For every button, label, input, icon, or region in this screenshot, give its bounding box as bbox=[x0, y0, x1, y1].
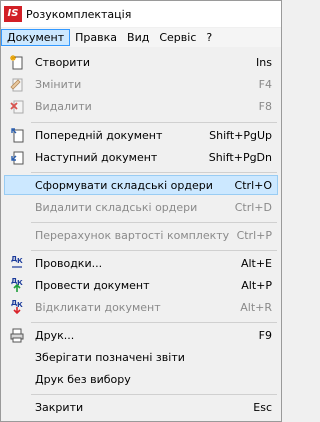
menu-document[interactable]: Документ bbox=[1, 29, 71, 46]
menu-separator bbox=[31, 250, 277, 251]
menu-service[interactable]: Сервіс bbox=[154, 29, 201, 46]
menu-item-prev-document[interactable]: Попередній документ Shift+PgUp bbox=[4, 125, 278, 145]
printer-icon bbox=[10, 328, 24, 343]
menu-item-save-marked-reports[interactable]: Зберігати позначені звіти bbox=[4, 347, 278, 367]
menu-item-shortcut: Esc bbox=[253, 400, 272, 414]
document-menu-dropdown: Створити Ins Змінити F4 Видалити F8 Попе… bbox=[1, 48, 281, 421]
menu-item-label: Друк... bbox=[35, 328, 75, 342]
menu-item-label: Зберігати позначені звіти bbox=[35, 350, 185, 364]
menu-item-next-document[interactable]: Наступний документ Shift+PgDn bbox=[4, 147, 278, 167]
menu-item-label: Проводки... bbox=[35, 256, 103, 270]
menu-item-shortcut: F4 bbox=[258, 77, 272, 91]
menu-item-label: Закрити bbox=[35, 400, 84, 414]
menu-item-shortcut: Shift+PgUp bbox=[209, 128, 272, 142]
window-title: Розукомплектація bbox=[26, 7, 132, 21]
title-bar: IS Розукомплектація bbox=[1, 1, 281, 27]
edit-document-icon bbox=[10, 78, 23, 92]
unpost-document-icon: Д К bbox=[9, 299, 25, 315]
menu-separator bbox=[31, 322, 277, 323]
menu-item-shortcut: Ctrl+P bbox=[236, 228, 272, 242]
menu-item-shortcut: Alt+E bbox=[240, 256, 272, 270]
app-logo-icon: IS bbox=[4, 6, 22, 22]
menu-separator bbox=[31, 394, 277, 395]
menu-item-label: Наступний документ bbox=[35, 150, 158, 164]
menu-view[interactable]: Вид bbox=[122, 29, 154, 46]
menu-item-shortcut: Alt+P bbox=[241, 278, 272, 292]
menu-item-delete[interactable]: Видалити F8 bbox=[4, 96, 278, 116]
menu-item-label: Друк без вибору bbox=[35, 372, 131, 386]
menu-item-shortcut: Shift+PgDn bbox=[208, 150, 272, 164]
menu-item-shortcut: Alt+R bbox=[240, 300, 272, 314]
menu-item-close[interactable]: Закрити Esc bbox=[4, 397, 278, 417]
menu-item-edit[interactable]: Змінити F4 bbox=[4, 74, 278, 94]
menu-item-label: Попередній документ bbox=[35, 128, 163, 142]
menu-item-print-without-choice[interactable]: Друк без вибору bbox=[4, 369, 278, 389]
menu-item-label: Перерахунок вартості комплекту bbox=[35, 228, 230, 242]
menu-item-postings[interactable]: Д К Проводки... Alt+E bbox=[4, 253, 278, 273]
post-document-icon: Д К bbox=[9, 277, 25, 293]
next-document-icon bbox=[11, 151, 24, 165]
menu-item-shortcut: Ins bbox=[256, 55, 272, 69]
menu-item-shortcut: Ctrl+O bbox=[234, 178, 272, 192]
menu-item-shortcut: F9 bbox=[258, 328, 272, 342]
menu-item-label: Видалити bbox=[35, 99, 92, 113]
menu-item-unpost-document[interactable]: Д К Відкликати документ Alt+R bbox=[4, 297, 278, 317]
menu-item-post-document[interactable]: Д К Провести документ Alt+P bbox=[4, 275, 278, 295]
menu-separator bbox=[31, 172, 277, 173]
app-window: IS Розукомплектація Документ Правка Вид … bbox=[0, 0, 282, 422]
menu-item-create[interactable]: Створити Ins bbox=[4, 52, 278, 72]
menu-item-label: Змінити bbox=[35, 77, 82, 91]
menu-help[interactable]: ? bbox=[201, 29, 217, 46]
menu-item-print[interactable]: Друк... F9 bbox=[4, 325, 278, 345]
new-document-icon bbox=[10, 55, 23, 70]
menu-item-recalc-kit-cost[interactable]: Перерахунок вартості комплекту Ctrl+P bbox=[4, 225, 278, 245]
menu-item-form-warehouse-orders[interactable]: Сформувати складські ордери Ctrl+O bbox=[4, 175, 278, 195]
menu-separator bbox=[31, 222, 277, 223]
menu-item-label: Сформувати складські ордери bbox=[35, 178, 213, 192]
menu-edit[interactable]: Правка bbox=[70, 29, 122, 46]
delete-document-icon bbox=[10, 100, 24, 114]
menu-bar: Документ Правка Вид Сервіс ? bbox=[1, 28, 281, 47]
menu-item-label: Видалити складські ордери bbox=[35, 200, 198, 214]
menu-item-shortcut: F8 bbox=[258, 99, 272, 113]
menu-separator bbox=[31, 122, 277, 123]
menu-item-delete-warehouse-orders[interactable]: Видалити складські ордери Ctrl+D bbox=[4, 197, 278, 217]
menu-item-label: Відкликати документ bbox=[35, 300, 161, 314]
menu-item-shortcut: Ctrl+D bbox=[234, 200, 272, 214]
debit-credit-icon: Д К bbox=[11, 255, 23, 268]
menu-item-label: Провести документ bbox=[35, 278, 150, 292]
previous-document-icon bbox=[11, 128, 24, 143]
menu-item-label: Створити bbox=[35, 55, 90, 69]
